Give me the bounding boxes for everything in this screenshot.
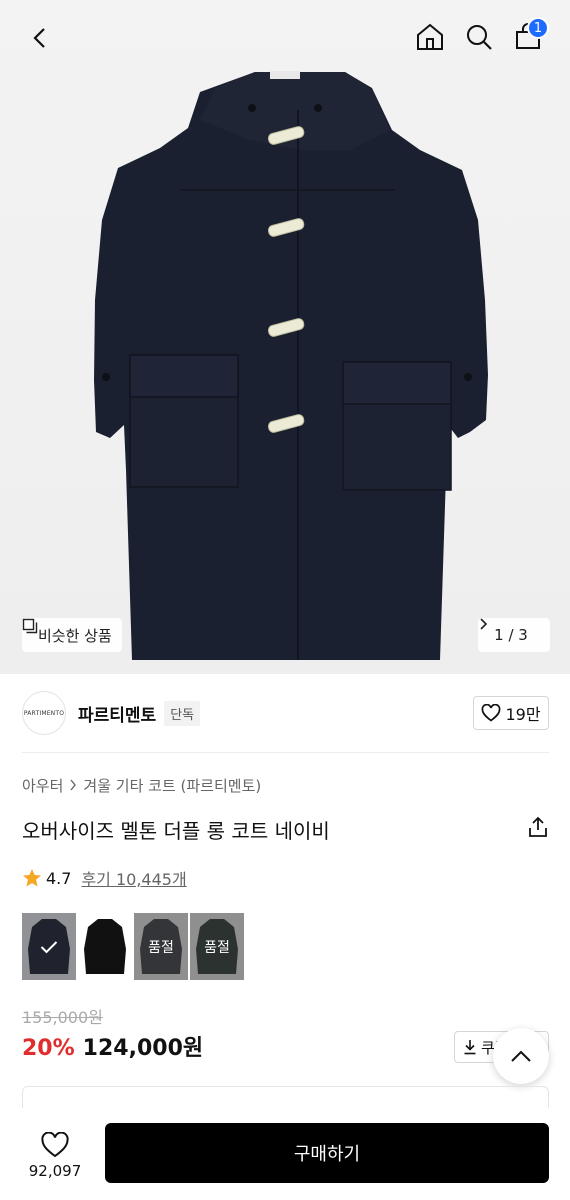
back-button[interactable] <box>20 18 60 58</box>
star-icon <box>23 869 41 887</box>
sale-price: 124,000원 <box>82 1036 204 1061</box>
product-title: 오버사이즈 멜톤 더플 롱 코트 네이비 <box>22 818 330 843</box>
share-button[interactable] <box>527 816 549 842</box>
wishlist-button[interactable]: 92,097 <box>22 1126 88 1186</box>
breadcrumb: 아우터 겨울 기타 코트 (파르티멘토) <box>22 775 261 796</box>
coat-illustration <box>94 71 488 660</box>
bottom-action-bar: 92,097 구매하기 <box>0 1108 570 1200</box>
sold-out-label: 품절 <box>134 913 188 980</box>
top-navigation-bar: 1 <box>0 0 570 72</box>
brand-name[interactable]: 파르티멘토 <box>78 701 156 726</box>
wishlist-count: 92,097 <box>28 1162 82 1180</box>
breadcrumb-subcategory[interactable]: 겨울 기타 코트 (파르티멘토) <box>83 775 261 796</box>
original-price: 155,000원 <box>22 1008 103 1027</box>
buy-button[interactable]: 구매하기 <box>105 1123 549 1183</box>
price-row: 20% 124,000원 <box>22 1030 203 1062</box>
search-icon <box>467 25 492 50</box>
chevron-right-icon <box>69 777 77 795</box>
home-icon <box>417 23 443 50</box>
brand-like-button[interactable]: 19만 <box>473 696 549 730</box>
search-button[interactable] <box>459 17 499 57</box>
divider <box>22 752 549 753</box>
heart-icon <box>482 704 501 722</box>
sold-out-label: 품절 <box>190 913 244 980</box>
product-title-row: 오버사이즈 멜톤 더플 롱 코트 네이비 <box>22 814 549 844</box>
color-option-charcoal[interactable]: 품절 <box>134 913 188 980</box>
brand-row[interactable]: PARTIMENTO 파르티멘토 단독 19만 <box>22 690 549 736</box>
check-icon <box>40 940 58 953</box>
brand-logo[interactable]: PARTIMENTO <box>22 691 66 735</box>
scroll-to-top-button[interactable] <box>493 1028 549 1084</box>
exclusive-tag: 단독 <box>164 700 201 726</box>
cart-count-badge: 1 <box>527 17 549 39</box>
color-options: 품절 품절 <box>22 913 244 980</box>
image-page-indicator[interactable]: 1 / 3 <box>478 618 550 652</box>
rating-value: 4.7 <box>46 868 72 888</box>
product-image[interactable]: 비슷한 상품 1 / 3 <box>0 0 570 674</box>
chevron-up-icon <box>511 1050 531 1062</box>
similar-products-label: 비슷한 상품 <box>38 626 112 645</box>
rating-row: 4.7 후기 10,445개 <box>22 866 187 890</box>
breadcrumb-category[interactable]: 아우터 <box>22 775 63 796</box>
page-indicator-text: 1 / 3 <box>494 626 528 644</box>
similar-products-button[interactable]: 비슷한 상품 <box>22 618 122 652</box>
coat-thumbnail <box>84 919 126 974</box>
color-option-green[interactable]: 품절 <box>190 913 244 980</box>
brand-likes-count: 19만 <box>505 705 541 724</box>
selected-check-overlay <box>22 913 76 980</box>
share-icon <box>529 816 547 837</box>
home-button[interactable] <box>410 17 450 57</box>
back-icon <box>33 28 45 48</box>
discount-rate: 20% <box>22 1036 75 1061</box>
heart-icon <box>41 1132 69 1158</box>
color-option-navy[interactable] <box>22 913 76 980</box>
download-icon <box>464 1040 476 1055</box>
color-option-black[interactable] <box>78 913 132 980</box>
review-count-link[interactable]: 후기 10,445개 <box>81 866 186 890</box>
